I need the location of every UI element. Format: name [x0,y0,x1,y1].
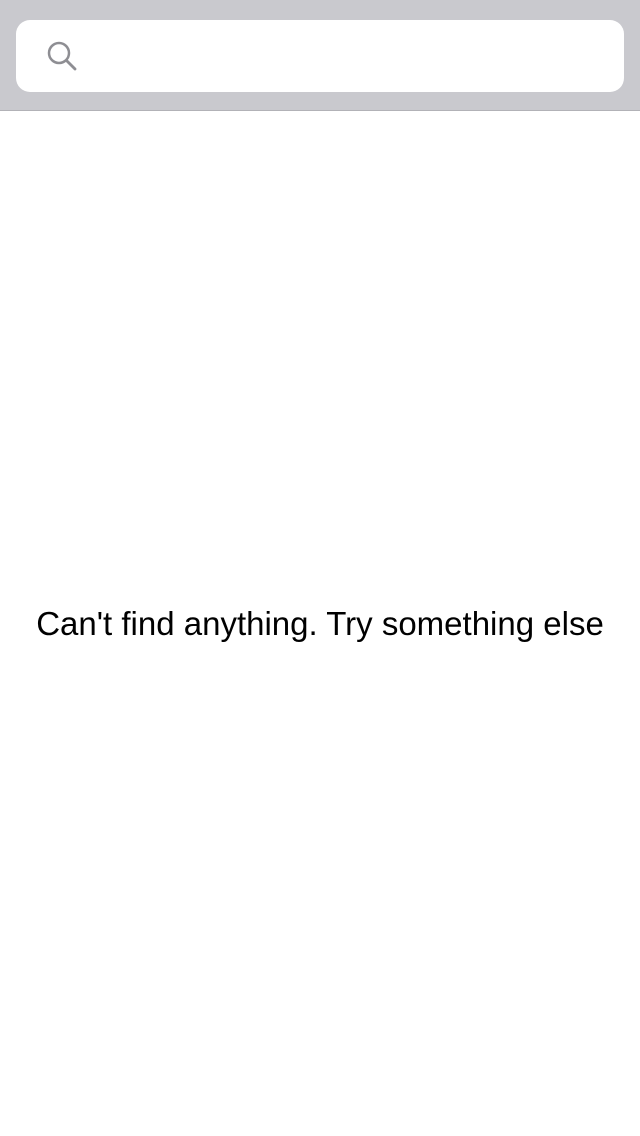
empty-results-message: Can't find anything. Try something else [36,605,604,642]
search-screen: Can't find anything. Try something else [0,0,640,1136]
search-input[interactable] [92,20,612,92]
search-field[interactable] [16,20,624,92]
search-icon [46,40,78,72]
search-bar [0,0,640,111]
